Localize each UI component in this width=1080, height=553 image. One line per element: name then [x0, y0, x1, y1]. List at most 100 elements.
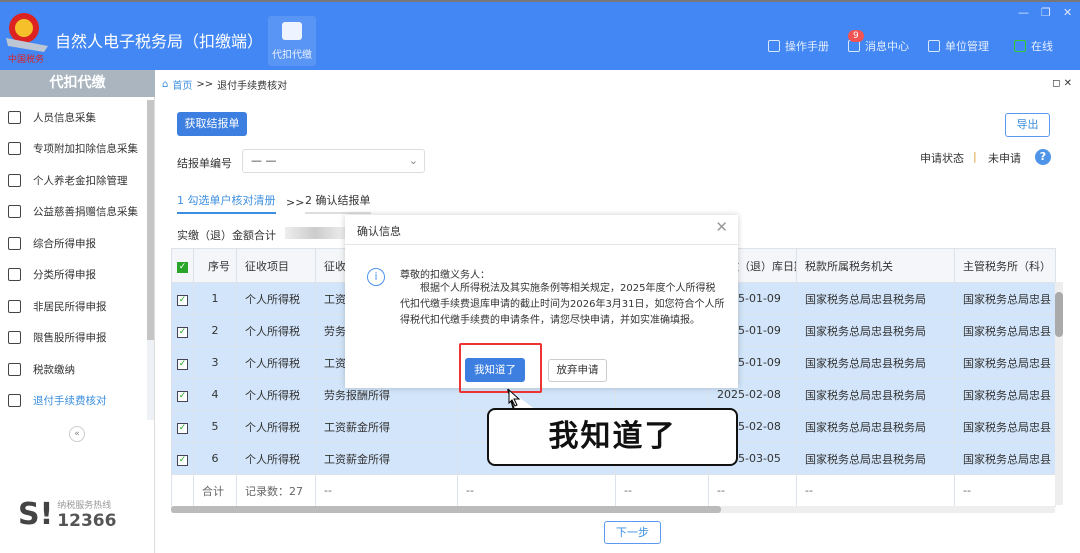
table-cell: 国家税务总局忠县税务局 [796, 346, 955, 379]
mouse-cursor-icon [508, 389, 521, 407]
hotline-icon: S! [18, 497, 54, 532]
table-cell: 国家税务总局忠县税务局 [796, 282, 955, 315]
table-cell: 国家税务总局忠县税务局 [796, 314, 955, 347]
sidebar-item[interactable]: 限售股所得申报 [8, 328, 107, 348]
sidebar-item[interactable]: 税款缴纳 [8, 359, 75, 379]
row-checkbox[interactable]: ✓ [177, 294, 188, 306]
maximize-pane-icon[interactable]: ◻ [1052, 78, 1060, 89]
status-value: 未申请 [988, 152, 1021, 165]
table-cell: 工资薪金所得 [315, 410, 458, 443]
step-1-tab[interactable]: 1 勾选单户核对清册 [177, 192, 276, 214]
sidebar-item[interactable]: 人员信息采集 [8, 107, 96, 127]
manual-link[interactable]: 操作手册 [768, 38, 829, 54]
pane-controls: ◻ ✕ [1052, 78, 1072, 89]
wallet-icon [282, 22, 302, 40]
menu-item-icon [8, 205, 21, 218]
help-icon[interactable]: ? [1035, 149, 1051, 165]
table-cell: 个人所得税 [236, 314, 316, 347]
sidebar-item[interactable]: 个人养老金扣除管理 [8, 170, 128, 190]
row-checkbox-cell: ✓ [171, 442, 194, 475]
give-up-button[interactable]: 放弃申请 [548, 359, 607, 382]
breadcrumb-home[interactable]: 首页 [172, 77, 192, 92]
close-pane-icon[interactable]: ✕ [1064, 78, 1072, 89]
step-2-tab[interactable]: 2 确认结报单 [305, 192, 371, 214]
menu-item-icon [8, 268, 21, 281]
hotline: S! 纳税服务热线 12366 [18, 497, 116, 532]
sidebar-item-label: 税款缴纳 [33, 363, 75, 376]
table-cell: 国家税务总局忠县 [954, 282, 1056, 315]
total-amount-label: 实缴（退）金额合计 [177, 229, 276, 242]
title-bar: 中国税务 自然人电子税务局（扣缴端） 代扣代缴 — ❐ ✕ 操作手册 消息中心 … [0, 0, 1080, 70]
sidebar-item-label: 退付手续费核对 [33, 395, 107, 407]
sidebar-item[interactable]: 公益慈善捐赠信息采集 [8, 202, 138, 222]
table-cell: 国家税务总局忠县 [954, 314, 1056, 347]
sidebar-item[interactable]: 退付手续费核对 [8, 391, 107, 411]
sidebar-item[interactable]: 专项附加扣除信息采集 [8, 139, 138, 159]
row-checkbox-cell: ✓ [171, 282, 194, 315]
table-vertical-scrollbar[interactable] [1055, 282, 1063, 505]
footer-cell: 记录数：27 [236, 474, 316, 507]
table-cell: 5 [193, 410, 237, 443]
unit-label: 单位管理 [945, 40, 989, 53]
status-label: 申请状态 [920, 152, 964, 165]
sidebar-scrollbar[interactable] [147, 100, 154, 420]
table-cell: 个人所得税 [236, 410, 316, 443]
row-checkbox[interactable]: ✓ [177, 422, 188, 434]
app-title: 自然人电子税务局（扣缴端） [55, 32, 264, 51]
sidebar-item[interactable]: 综合所得申报 [8, 233, 96, 253]
online-label: 在线 [1031, 40, 1053, 53]
footer-cell: -- [457, 474, 616, 507]
message-badge: 9 [848, 30, 864, 42]
collapse-sidebar-button[interactable]: « [69, 426, 85, 442]
module-tab-withholding[interactable]: 代扣代缴 [268, 16, 316, 66]
unit-management-link[interactable]: 单位管理 [928, 38, 989, 54]
menu-item-icon [8, 362, 21, 376]
get-report-button[interactable]: 获取结报单 [177, 112, 247, 136]
dialog-close-icon[interactable]: ✕ [715, 218, 728, 236]
menu-item-icon [8, 299, 21, 313]
export-button[interactable]: 导出 [1005, 113, 1050, 137]
minimize-button[interactable]: — [1018, 6, 1029, 19]
footer-cell: 合计 [193, 474, 237, 507]
highlight-box [459, 343, 542, 393]
online-status[interactable]: 在线 [1014, 38, 1053, 54]
chevron-down-icon: ⌄ [408, 154, 418, 167]
column-header: 序号 [193, 248, 237, 283]
report-no-select[interactable]: — — ⌄ [242, 149, 425, 173]
footer-cell: -- [708, 474, 797, 507]
sidebar-item[interactable]: 非居民所得申报 [8, 296, 107, 316]
tax-emblem-logo: 中国税务 [6, 13, 48, 64]
row-checkbox[interactable]: ✓ [177, 454, 188, 466]
row-checkbox[interactable]: ✓ [177, 358, 188, 370]
table-horizontal-scrollbar[interactable] [171, 506, 1055, 513]
hotline-label: 纳税服务热线 [57, 501, 112, 511]
footer-cell: -- [615, 474, 709, 507]
table-cell: 3 [193, 346, 237, 379]
row-checkbox[interactable]: ✓ [177, 326, 188, 338]
callout-bubble: 我知道了 [487, 408, 738, 466]
home-icon: ⌂ [162, 79, 169, 90]
monitor-check-icon [1014, 40, 1026, 52]
table-cell: 1 [193, 282, 237, 315]
restore-button[interactable]: ❐ [1041, 6, 1051, 19]
table-cell: 个人所得税 [236, 442, 316, 475]
column-header: ✓ [171, 248, 194, 283]
menu-item-icon [8, 110, 21, 124]
table-cell: 国家税务总局忠县税务局 [796, 378, 955, 411]
table-cell: 国家税务总局忠县 [954, 442, 1056, 475]
row-checkbox-cell: ✓ [171, 378, 194, 411]
sidebar-title: 代扣代缴 [0, 70, 155, 97]
row-checkbox[interactable]: ✓ [177, 390, 188, 402]
sidebar-item-label: 公益慈善捐赠信息采集 [33, 206, 138, 218]
module-label: 代扣代缴 [272, 50, 312, 61]
select-all-checkbox[interactable]: ✓ [177, 261, 188, 273]
close-button[interactable]: ✕ [1063, 6, 1072, 19]
menu-item-icon [8, 394, 21, 407]
table-cell: 国家税务总局忠县 [954, 346, 1056, 379]
divider [345, 244, 738, 245]
table-cell: 个人所得税 [236, 346, 316, 379]
breadcrumb: ⌂ 首页 >> 退付手续费核对 [162, 77, 287, 92]
table-cell: 国家税务总局忠县税务局 [796, 442, 955, 475]
next-step-button[interactable]: 下一步 [604, 521, 661, 544]
sidebar-item[interactable]: 分类所得申报 [8, 265, 96, 285]
